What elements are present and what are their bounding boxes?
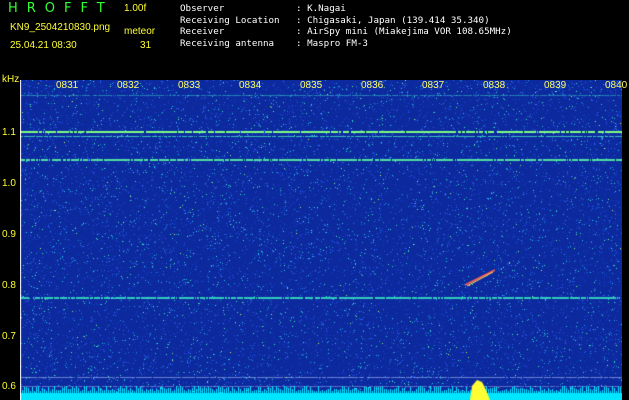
y-tick-label: 1.0 xyxy=(2,178,16,190)
observer-value: K.Nagai xyxy=(307,3,346,14)
y-tick-label: 1.1 xyxy=(2,127,16,139)
y-tick-label: 0.7 xyxy=(2,330,16,342)
y-tick-label: 0.8 xyxy=(2,279,16,291)
station-row-location: Receiving Location: Chigasaki, Japan (13… xyxy=(180,14,490,26)
receiver-key: Receiver xyxy=(180,26,225,37)
station-row-observer: Observer: K.Nagai xyxy=(180,3,346,14)
y-tick-label: 0.9 xyxy=(2,228,16,240)
x-tick-label: 0832 xyxy=(117,80,140,91)
app-title: HROFFT xyxy=(8,1,114,16)
station-row-receiver: Receiver: AirSpy mini (Miakejima VOR 108… xyxy=(180,26,512,37)
station-row-antenna: Receiving antenna: Maspro FM-3 xyxy=(180,37,368,49)
meteor-count: 31 xyxy=(140,40,152,51)
date-time: 25.04.21 08:30 xyxy=(10,40,77,51)
app-version: 1.00f xyxy=(124,3,147,14)
x-tick-label: 0838 xyxy=(483,80,506,91)
station-info: Observer: K.Nagai Receiving Location: Ch… xyxy=(180,3,512,49)
x-tick-label: 0837 xyxy=(422,80,445,91)
x-tick-label: 0836 xyxy=(361,80,384,91)
spectrogram-canvas xyxy=(20,80,622,400)
antenna-key: Receiving antenna xyxy=(180,37,275,49)
y-tick-label: 0.6 xyxy=(2,381,16,393)
y-axis-label: kHz xyxy=(2,74,20,85)
x-tick-label: 0839 xyxy=(544,80,567,91)
x-tick-label: 0834 xyxy=(239,80,262,91)
location-key: Receiving Location xyxy=(180,14,280,26)
x-tick-label: 0833 xyxy=(178,80,201,91)
x-tick-label: 0840 xyxy=(605,80,628,91)
receiver-value: AirSpy mini (Miakejima VOR 108.65MHz) xyxy=(307,26,512,37)
observer-key: Observer xyxy=(180,3,225,14)
antenna-value: Maspro FM-3 xyxy=(307,37,368,49)
x-tick-label: 0831 xyxy=(56,80,79,91)
header-panel: HROFFT 1.00f KN9_2504210830.png meteor 2… xyxy=(0,0,629,78)
meteor-label: meteor xyxy=(124,26,156,37)
x-tick-label: 0835 xyxy=(300,80,323,91)
file-name: KN9_2504210830.png xyxy=(10,22,111,33)
spectrogram xyxy=(20,80,622,400)
location-value: Chigasaki, Japan (139.414 35.340) xyxy=(307,14,490,26)
